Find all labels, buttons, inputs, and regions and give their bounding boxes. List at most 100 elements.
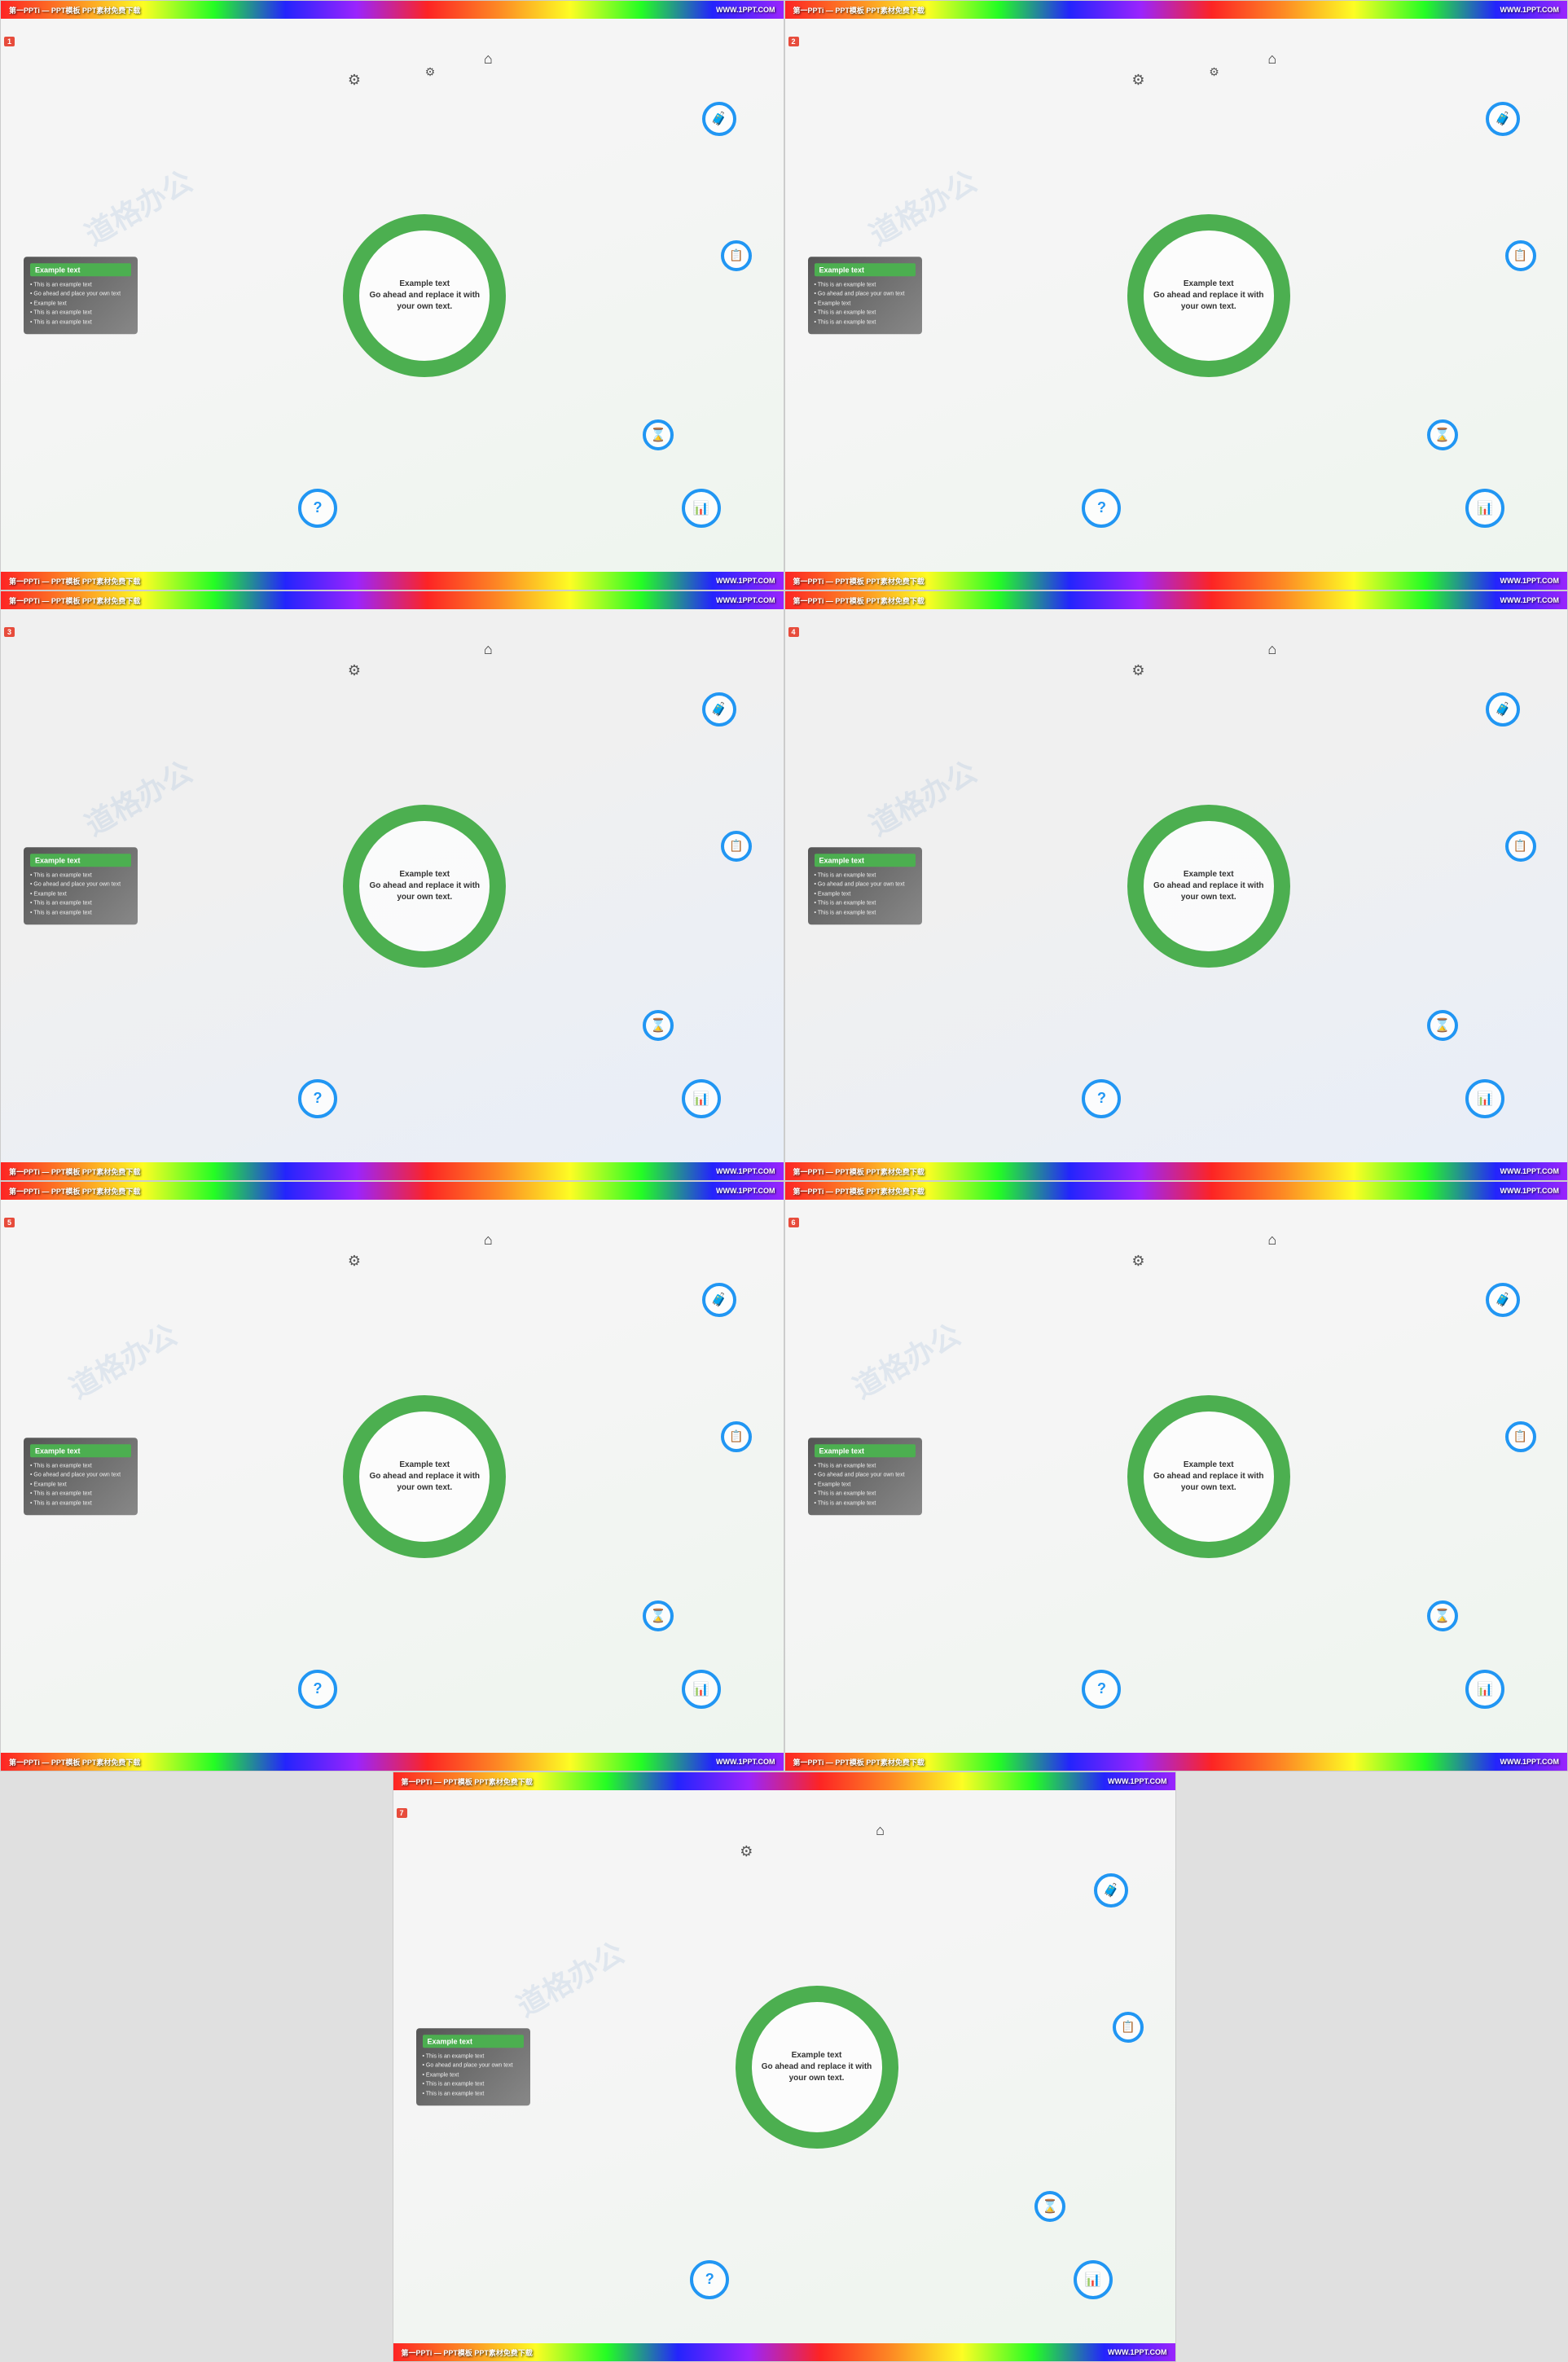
header-right-1: WWW.1PPT.COM [716,6,775,14]
watermark-5: 道格办公 [60,1311,183,1407]
footer-right-3: WWW.1PPT.COM [716,1167,775,1175]
gear-icon-s6: ⚙ [1122,1244,1156,1278]
header-left-5: 第一PPTi — PPT模板 PPT素材免费下载 [9,1186,140,1196]
bag-circle-s7: 🧳 [1094,1873,1128,1908]
textbox-title-2: Example text [815,263,916,276]
header-left-2: 第一PPTi — PPT模板 PPT素材免费下载 [793,5,925,15]
bag-circle-1: 🧳 [702,102,736,136]
slides-grid: 第一PPTi — PPT模板 PPT素材免费下载 WWW.1PPT.COM 道格… [0,0,1568,2362]
footer-strip-3: 第一PPTi — PPT模板 PPT素材免费下载 WWW.1PPT.COM [1,1162,784,1180]
copy-circle-1: 📋 [721,240,752,271]
question-circle-s7: ? [690,2260,729,2299]
header-right-3: WWW.1PPT.COM [716,596,775,604]
question-circle-s5: ? [298,1670,337,1709]
big-circle-text-7: Example text Go ahead and replace it wit… [752,2050,882,2084]
footer-left-3: 第一PPTi — PPT模板 PPT素材免费下载 [9,1166,140,1177]
slide-1: 第一PPTi — PPT模板 PPT素材免费下载 WWW.1PPT.COM 道格… [0,0,784,590]
text-box-2: Example text • This is an example text •… [808,257,922,335]
watermark-4: 道格办公 [860,749,983,844]
header-right-4: WWW.1PPT.COM [1500,596,1560,604]
footer-left-6: 第一PPTi — PPT模板 PPT素材免费下载 [793,1757,925,1767]
footer-strip-5: 第一PPTi — PPT模板 PPT素材免费下载 WWW.1PPT.COM [1,1753,784,1771]
gear-icon-s2-2: ⚙ [1200,58,1229,87]
chart-circle-1: 📊 [682,489,721,528]
slide-3-content: 道格办公 Example text • This is an example t… [1,609,784,1162]
header-strip-7: 第一PPTi — PPT模板 PPT素材免费下载 WWW.1PPT.COM [393,1772,1175,1790]
footer-strip-4: 第一PPTi — PPT模板 PPT素材免费下载 WWW.1PPT.COM [785,1162,1568,1180]
text-box-3: Example text • This is an example text •… [24,847,138,925]
footer-strip-6: 第一PPTi — PPT模板 PPT素材免费下载 WWW.1PPT.COM [785,1753,1568,1771]
slide-5-content: 道格办公 Example text • This is an example t… [1,1200,784,1753]
header-left-7: 第一PPTi — PPT模板 PPT素材免费下载 [402,1776,533,1787]
home-icon-s4: ⌂ [1254,631,1290,667]
slide-1-content: 道格办公 Example text • This is an example t… [1,19,784,572]
textbox-title-1: Example text [30,263,131,276]
header-left-1: 第一PPTi — PPT模板 PPT素材免费下载 [9,5,140,15]
header-strip-5: 第一PPTi — PPT模板 PPT素材免费下载 WWW.1PPT.COM [1,1182,784,1200]
watermark-1: 道格办公 [77,158,200,253]
slide-4: 第一PPTi — PPT模板 PPT素材免费下载 WWW.1PPT.COM 道格… [784,590,1568,1181]
header-strip-2: 第一PPTi — PPT模板 PPT素材免费下载 WWW.1PPT.COM [785,1,1568,19]
header-left-6: 第一PPTi — PPT模板 PPT素材免费下载 [793,1186,925,1196]
hourglass-circle-s2: ⌛ [1427,419,1458,450]
gear-icon-1: ⚙ [337,63,371,97]
textbox-title-7: Example text [423,2035,524,2048]
big-circle-4: Example text Go ahead and replace it wit… [1127,805,1290,968]
slide-num-5: 5 [4,1218,15,1227]
slide-6-layout: 道格办公 Example text • This is an example t… [785,1200,1568,1753]
textbox-title-3: Example text [30,854,131,867]
footer-right-4: WWW.1PPT.COM [1500,1167,1560,1175]
big-circle-7: Example text Go ahead and replace it wit… [736,1986,898,2149]
copy-circle-s6: 📋 [1505,1421,1536,1452]
footer-right-5: WWW.1PPT.COM [716,1758,775,1766]
copy-circle-s7: 📋 [1113,2012,1144,2043]
text-box-5: Example text • This is an example text •… [24,1438,138,1516]
copy-circle-s2: 📋 [1505,240,1536,271]
slide-3-layout: 道格办公 Example text • This is an example t… [1,609,784,1162]
big-circle-3: Example text Go ahead and replace it wit… [343,805,506,968]
bag-circle-s2: 🧳 [1486,102,1520,136]
slide-2-layout: 道格办公 Example text • This is an example t… [785,19,1568,572]
footer-right-7: WWW.1PPT.COM [1108,2348,1167,2356]
gear-icon-s2-1: ⚙ [1122,63,1156,97]
footer-left-2: 第一PPTi — PPT模板 PPT素材免费下载 [793,576,925,586]
text-box-7: Example text • This is an example text •… [416,2028,530,2106]
footer-left-7: 第一PPTi — PPT模板 PPT素材免费下载 [402,2347,533,2358]
question-circle-1: ? [298,489,337,528]
slide-6: 第一PPTi — PPT模板 PPT素材免费下载 WWW.1PPT.COM 道格… [784,1181,1568,1772]
bag-circle-s6: 🧳 [1486,1283,1520,1317]
footer-right-2: WWW.1PPT.COM [1500,577,1560,585]
question-circle-s3: ? [298,1079,337,1118]
header-right-7: WWW.1PPT.COM [1108,1777,1167,1785]
textbox-body-5: • This is an example text • Go ahead and… [30,1462,131,1508]
chart-circle-s5: 📊 [682,1670,721,1709]
question-circle-s6: ? [1082,1670,1121,1709]
header-left-3: 第一PPTi — PPT模板 PPT素材免费下载 [9,595,140,606]
slide-7-content: 道格办公 Example text • This is an example t… [393,1790,1175,2343]
watermark-2: 道格办公 [860,158,983,253]
footer-left-5: 第一PPTi — PPT模板 PPT素材免费下载 [9,1757,140,1767]
copy-circle-s5: 📋 [721,1421,752,1452]
home-icon-1: ⌂ [470,41,506,77]
text-box-4: Example text • This is an example text •… [808,847,922,925]
textbox-title-6: Example text [815,1444,916,1457]
textbox-body-3: • This is an example text • Go ahead and… [30,871,131,918]
footer-strip-2: 第一PPTi — PPT模板 PPT素材免费下载 WWW.1PPT.COM [785,572,1568,590]
textbox-body-6: • This is an example text • Go ahead and… [815,1462,916,1508]
textbox-body-1: • This is an example text • Go ahead and… [30,281,131,327]
text-box-1: Example text • This is an example text •… [24,257,138,335]
big-circle-text-1: Example text Go ahead and replace it wit… [359,279,490,313]
header-strip-4: 第一PPTi — PPT模板 PPT素材免费下载 WWW.1PPT.COM [785,591,1568,609]
gear-icon-2: ⚙ [415,58,445,87]
slide-5-layout: 道格办公 Example text • This is an example t… [1,1200,784,1753]
copy-circle-s4: 📋 [1505,831,1536,862]
hourglass-circle-s6: ⌛ [1427,1600,1458,1631]
textbox-body-7: • This is an example text • Go ahead and… [423,2052,524,2099]
header-right-6: WWW.1PPT.COM [1500,1187,1560,1195]
slide-num-1: 1 [4,37,15,46]
big-circle-1: Example text Go ahead and replace it wit… [343,214,506,377]
slide-num-7: 7 [397,1808,407,1818]
chart-circle-s6: 📊 [1465,1670,1504,1709]
big-circle-text-4: Example text Go ahead and replace it wit… [1144,869,1274,903]
chart-circle-s7: 📊 [1074,2260,1113,2299]
